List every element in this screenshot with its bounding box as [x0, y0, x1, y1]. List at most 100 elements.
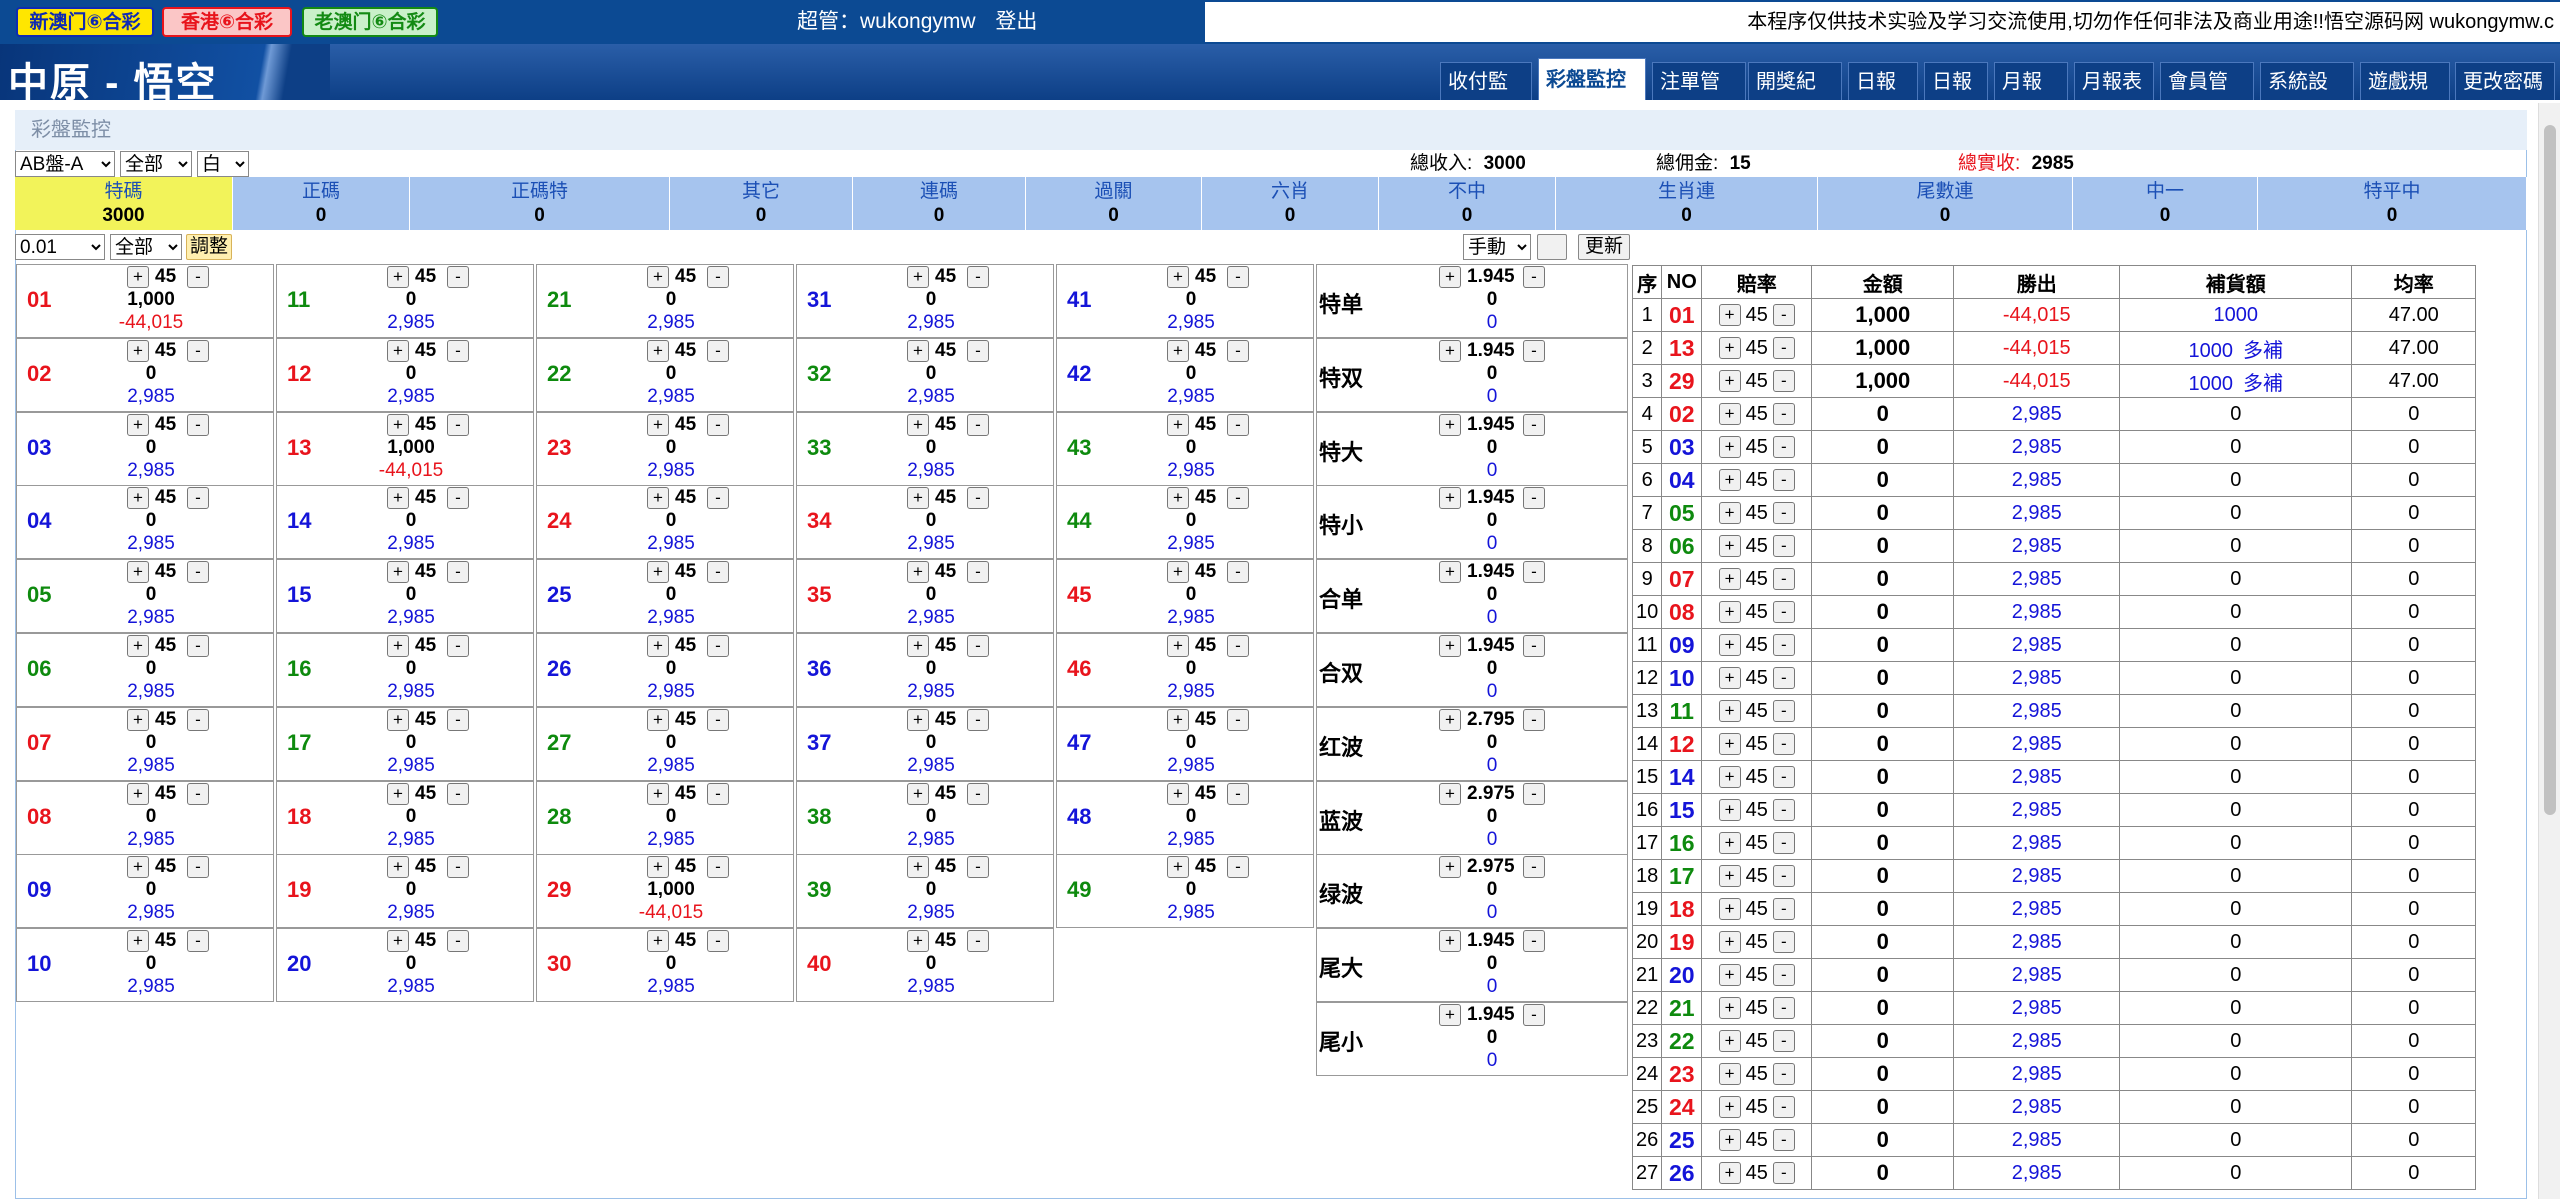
number-cell-36[interactable]: 36 +45- 0 2,985 [796, 633, 1054, 707]
plus-button[interactable]: + [647, 487, 669, 510]
minus-button[interactable]: - [1772, 337, 1795, 360]
nav-item-9[interactable]: 會員管理 [2160, 62, 2254, 131]
minus-button[interactable]: - [707, 339, 729, 362]
number-cell-44[interactable]: 44 +45- 0 2,985 [1056, 485, 1314, 560]
plus-button[interactable]: + [647, 561, 669, 584]
bet-type-cell[interactable]: 蓝波 +2.975- 0 0 [1316, 780, 1628, 855]
number-cell-16[interactable]: 16 +45- 0 2,985 [276, 633, 534, 707]
bet-type-cell[interactable]: 绿波 +2.975- 0 0 [1316, 854, 1628, 929]
scope2-select[interactable]: 全部 [110, 234, 182, 260]
plus-button[interactable]: + [907, 561, 929, 584]
number-cell-17[interactable]: 17 +45- 0 2,985 [276, 706, 534, 781]
plus-button[interactable]: + [1718, 1162, 1741, 1185]
number-cell-40[interactable]: 40 +45- 0 2,985 [796, 928, 1054, 1003]
minus-button[interactable]: - [187, 413, 209, 436]
pan-select[interactable]: AB盤-A [15, 151, 115, 177]
number-cell-13[interactable]: 13 +45-1,000 -44,015 [276, 411, 534, 486]
plus-button[interactable]: + [907, 635, 929, 657]
minus-button[interactable]: - [967, 930, 989, 953]
plus-button[interactable]: + [127, 635, 149, 657]
bet-type-cell[interactable]: 特双 +1.945- 0 0 [1316, 337, 1628, 412]
plus-button[interactable]: + [647, 708, 669, 731]
plus-button[interactable]: + [647, 782, 669, 805]
plus-button[interactable]: + [1718, 733, 1741, 756]
plus-button[interactable]: + [1718, 1063, 1741, 1086]
plus-button[interactable]: + [1439, 782, 1461, 805]
minus-button[interactable]: - [1772, 469, 1795, 492]
plus-button[interactable]: + [1718, 964, 1741, 987]
plus-button[interactable]: + [907, 487, 929, 510]
plus-button[interactable]: + [1718, 601, 1741, 624]
bet-type-cell[interactable]: 合双 +1.945- 0 0 [1316, 633, 1628, 707]
number-cell-22[interactable]: 22 +45- 0 2,985 [536, 337, 794, 412]
minus-button[interactable]: - [1227, 782, 1249, 805]
plus-button[interactable]: + [1167, 487, 1189, 510]
number-cell-08[interactable]: 08 +45- 0 2,985 [16, 780, 274, 855]
minus-button[interactable]: - [1772, 964, 1795, 987]
number-cell-29[interactable]: 29 +45-1,000 -44,015 [536, 854, 794, 929]
number-cell-38[interactable]: 38 +45- 0 2,985 [796, 780, 1054, 855]
plus-button[interactable]: + [1718, 436, 1741, 459]
plus-button[interactable]: + [387, 930, 409, 953]
number-cell-05[interactable]: 05 +45- 0 2,985 [16, 559, 274, 634]
plus-button[interactable]: + [1439, 266, 1461, 288]
plus-button[interactable]: + [647, 930, 669, 953]
number-cell-43[interactable]: 43 +45- 0 2,985 [1056, 411, 1314, 486]
number-cell-24[interactable]: 24 +45- 0 2,985 [536, 485, 794, 560]
number-cell-35[interactable]: 35 +45- 0 2,985 [796, 559, 1054, 634]
nav-item-10[interactable]: 系統設定 [2260, 62, 2354, 131]
plus-button[interactable]: + [1439, 930, 1461, 953]
minus-button[interactable]: - [1772, 832, 1795, 855]
number-cell-21[interactable]: 21 +45- 0 2,985 [536, 264, 794, 338]
number-cell-41[interactable]: 41 +45- 0 2,985 [1056, 264, 1314, 338]
minus-button[interactable]: - [1523, 782, 1545, 805]
plus-button[interactable]: + [387, 339, 409, 362]
minus-button[interactable]: - [707, 635, 729, 657]
minus-button[interactable]: - [1772, 502, 1795, 525]
minus-button[interactable]: - [707, 930, 729, 953]
number-cell-19[interactable]: 19 +45- 0 2,985 [276, 854, 534, 929]
scrollbar[interactable] [2538, 103, 2560, 1199]
minus-button[interactable]: - [187, 782, 209, 805]
plus-button[interactable]: + [1718, 667, 1741, 690]
game-tab-1[interactable]: 新澳门⑥合彩 [16, 7, 154, 37]
nav-item-4[interactable]: 開獎紀錄 [1748, 62, 1842, 131]
category-5[interactable]: 連碼 0 [853, 177, 1026, 230]
number-cell-03[interactable]: 03 +45- 0 2,985 [16, 411, 274, 486]
minus-button[interactable]: - [1227, 487, 1249, 510]
minus-button[interactable]: - [187, 856, 209, 879]
category-8[interactable]: 不中 0 [1379, 177, 1556, 230]
nav-item-2[interactable]: 彩盤監控 [1538, 58, 1646, 100]
minus-button[interactable]: - [1772, 568, 1795, 591]
plus-button[interactable]: + [1718, 931, 1741, 954]
plus-button[interactable]: + [1718, 502, 1741, 525]
plus-button[interactable]: + [387, 782, 409, 805]
number-cell-14[interactable]: 14 +45- 0 2,985 [276, 485, 534, 560]
blank-button[interactable] [1537, 234, 1567, 260]
minus-button[interactable]: - [1772, 898, 1795, 921]
minus-button[interactable]: - [967, 487, 989, 510]
plus-button[interactable]: + [387, 856, 409, 879]
number-cell-45[interactable]: 45 +45-0 2,985 [1056, 559, 1314, 634]
plus-button[interactable]: + [127, 782, 149, 805]
minus-button[interactable]: - [967, 339, 989, 362]
minus-button[interactable]: - [1227, 635, 1249, 657]
plus-button[interactable]: + [907, 339, 929, 362]
nav-item-11[interactable]: 遊戲規則 [2360, 62, 2450, 131]
category-1[interactable]: 特碼 3000 [15, 177, 233, 230]
plus-button[interactable]: + [1718, 1096, 1741, 1119]
number-cell-04[interactable]: 04 +45- 0 2,985 [16, 485, 274, 560]
number-cell-42[interactable]: 42 +45- 0 2,985 [1056, 337, 1314, 412]
scrollbar-thumb[interactable] [2544, 125, 2556, 815]
minus-button[interactable]: - [447, 487, 469, 510]
minus-button[interactable]: - [1772, 436, 1795, 459]
minus-button[interactable]: - [187, 930, 209, 953]
plus-button[interactable]: + [387, 266, 409, 288]
plus-button[interactable]: + [907, 856, 929, 879]
bet-type-cell[interactable]: 红波 +2.795- 0 0 [1316, 706, 1628, 781]
plus-button[interactable]: + [1718, 997, 1741, 1020]
category-3[interactable]: 正碼特 0 [410, 177, 670, 230]
number-cell-12[interactable]: 12 +45- 0 2,985 [276, 337, 534, 412]
minus-button[interactable]: - [1523, 708, 1545, 731]
minus-button[interactable]: - [1523, 1004, 1545, 1026]
